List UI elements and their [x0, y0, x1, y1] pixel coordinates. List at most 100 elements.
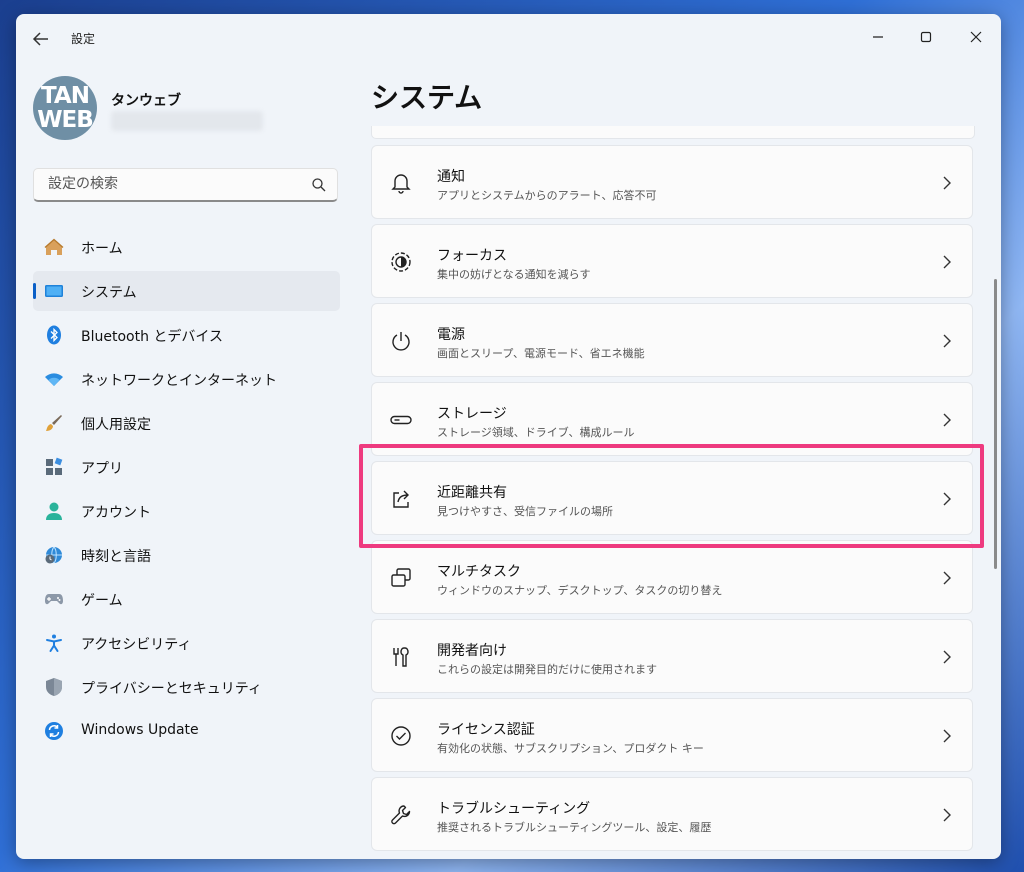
gamepad-icon	[45, 594, 63, 605]
sidebar-item-label: ゲーム	[81, 593, 123, 609]
setting-title: 通知	[437, 169, 465, 185]
settings-list: 通知 アプリとシステムからのアラート、応答不可 フォーカス 集中の妨げとなる通知…	[371, 126, 975, 859]
profile-name: タンウェブ	[111, 93, 181, 109]
sidebar-item-accounts[interactable]: アカウント	[33, 491, 340, 531]
sidebar-item-label: アプリ	[81, 461, 123, 477]
setting-description: これらの設定は開発目的だけに使用されます	[437, 663, 657, 676]
setting-card-nearby-sharing[interactable]: 近距離共有 見つけやすさ、受信ファイルの場所	[371, 461, 973, 535]
sidebar-item-home[interactable]: ホーム	[33, 227, 340, 267]
close-icon	[970, 31, 982, 43]
chevron-right-icon	[943, 255, 951, 269]
paint-brush-icon	[46, 415, 62, 431]
page-title: システム	[371, 81, 483, 114]
power-icon	[392, 332, 410, 351]
setting-description: 有効化の状態、サブスクリプション、プロダクト キー	[437, 742, 704, 755]
setting-card-multitasking[interactable]: マルチタスク ウィンドウのスナップ、デスクトップ、タスクの切り替え	[371, 540, 973, 614]
back-button[interactable]	[30, 28, 52, 50]
setting-card-focus[interactable]: フォーカス 集中の妨げとなる通知を減らす	[371, 224, 973, 298]
minimize-button[interactable]	[858, 22, 898, 52]
setting-card-for-developers[interactable]: 開発者向け これらの設定は開発目的だけに使用されます	[371, 619, 973, 693]
title-bar: 設定	[16, 14, 1001, 62]
sidebar-item-label: ネットワークとインターネット	[81, 373, 277, 389]
sidebar-item-label: アカウント	[81, 505, 151, 521]
storage-icon	[390, 415, 412, 425]
chevron-right-icon	[943, 334, 951, 348]
settings-window: 設定 TAN WEB タンウェブ ホーム システム Bluetooth とデバイ…	[16, 14, 1001, 859]
setting-title: ストレージ	[437, 406, 507, 422]
setting-card-activation[interactable]: ライセンス認証 有効化の状態、サブスクリプション、プロダクト キー	[371, 698, 973, 772]
setting-card-power[interactable]: 電源 画面とスリープ、電源モード、省エネ機能	[371, 303, 973, 377]
scrollbar-thumb[interactable]	[994, 279, 997, 569]
chevron-right-icon	[943, 729, 951, 743]
sidebar-nav: ホーム システム Bluetooth とデバイス ネットワークとインターネット …	[33, 227, 340, 755]
share-icon	[393, 490, 409, 508]
setting-description: 見つけやすさ、受信ファイルの場所	[437, 505, 613, 518]
setting-card-troubleshoot[interactable]: トラブルシューティング 推奨されるトラブルシューティングツール、設定、履歴	[371, 777, 973, 851]
sidebar-item-label: プライバシーとセキュリティ	[81, 681, 262, 697]
maximize-icon	[920, 31, 932, 43]
multitask-icon	[391, 568, 411, 587]
setting-title: マルチタスク	[437, 564, 521, 580]
chevron-right-icon	[943, 413, 951, 427]
sidebar-item-bluetooth[interactable]: Bluetooth とデバイス	[33, 315, 340, 355]
setting-description: ストレージ領域、ドライブ、構成ルール	[437, 426, 635, 439]
setting-description: 集中の妨げとなる通知を減らす	[437, 268, 591, 281]
previous-setting-card-partial[interactable]	[371, 126, 975, 139]
sidebar-item-privacy-security[interactable]: プライバシーとセキュリティ	[33, 667, 340, 707]
time-language-icon	[45, 546, 62, 564]
maximize-button[interactable]	[906, 22, 946, 52]
wifi-icon	[45, 373, 63, 386]
setting-title: 電源	[437, 327, 465, 343]
setting-title: ライセンス認証	[437, 722, 535, 738]
sidebar-item-network[interactable]: ネットワークとインターネット	[33, 359, 340, 399]
app-title: 設定	[71, 32, 96, 46]
windows-update-icon	[45, 722, 63, 740]
setting-title: 開発者向け	[437, 643, 507, 659]
setting-title: フォーカス	[437, 248, 507, 264]
setting-description: ウィンドウのスナップ、デスクトップ、タスクの切り替え	[437, 584, 723, 597]
chevron-right-icon	[943, 650, 951, 664]
search-input[interactable]	[46, 175, 300, 193]
close-button[interactable]	[956, 22, 996, 52]
sidebar-item-gaming[interactable]: ゲーム	[33, 579, 340, 619]
avatar-text-top: TAN	[41, 83, 90, 109]
sidebar-item-label: システム	[81, 285, 137, 301]
sidebar-item-label: Bluetooth とデバイス	[81, 329, 223, 345]
search-box[interactable]	[33, 168, 338, 202]
setting-description: 推奨されるトラブルシューティングツール、設定、履歴	[437, 821, 712, 834]
setting-description: アプリとシステムからのアラート、応答不可	[437, 189, 657, 202]
setting-description: 画面とスリープ、電源モード、省エネ機能	[437, 347, 645, 360]
focus-icon	[391, 252, 411, 272]
wrench-icon	[391, 805, 411, 825]
sidebar-item-label: Windows Update	[81, 722, 199, 738]
sidebar-item-label: ホーム	[81, 241, 123, 257]
sidebar-item-apps[interactable]: アプリ	[33, 447, 340, 487]
account-icon	[46, 502, 62, 520]
profile-email-redacted	[111, 111, 263, 131]
setting-card-storage[interactable]: ストレージ ストレージ領域、ドライブ、構成ルール	[371, 382, 973, 456]
accessibility-icon	[46, 634, 62, 652]
sidebar-item-personalization[interactable]: 個人用設定	[33, 403, 340, 443]
developer-tools-icon	[393, 647, 409, 667]
sidebar-item-label: アクセシビリティ	[81, 637, 192, 653]
avatar[interactable]: TAN WEB	[33, 76, 97, 140]
apps-icon	[46, 457, 63, 475]
minimize-icon	[873, 36, 883, 38]
bell-icon	[391, 174, 411, 194]
sidebar-item-system[interactable]: システム	[33, 271, 340, 311]
setting-title: 近距離共有	[437, 485, 507, 501]
search-icon[interactable]	[311, 177, 327, 193]
chevron-right-icon	[943, 571, 951, 585]
sidebar-item-time-language[interactable]: 時刻と言語	[33, 535, 340, 575]
setting-card-notifications[interactable]: 通知 アプリとシステムからのアラート、応答不可	[371, 145, 973, 219]
arrow-left-icon	[32, 32, 48, 46]
chevron-right-icon	[943, 808, 951, 822]
chevron-right-icon	[943, 176, 951, 190]
setting-title: トラブルシューティング	[437, 801, 591, 817]
chevron-right-icon	[943, 492, 951, 506]
sidebar-item-windows-update[interactable]: Windows Update	[33, 711, 340, 751]
system-display-icon	[45, 285, 63, 297]
shield-icon	[46, 678, 62, 696]
sidebar-item-accessibility[interactable]: アクセシビリティ	[33, 623, 340, 663]
activation-check-icon	[391, 726, 411, 746]
